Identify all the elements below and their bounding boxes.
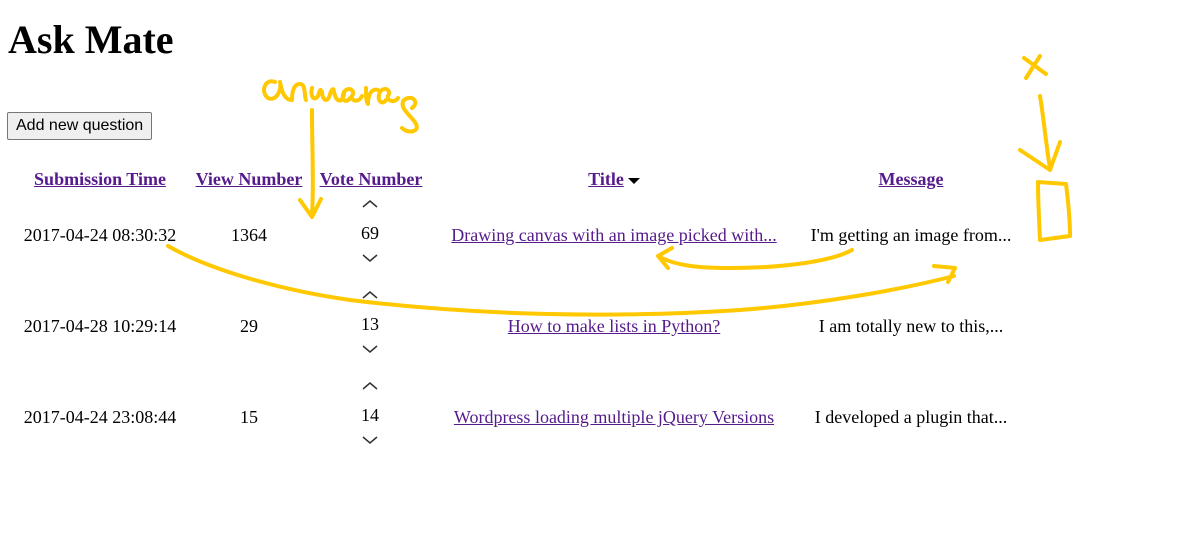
upvote-button[interactable] [360,197,380,211]
vote-number-cell: 13 [361,314,379,334]
arrow-down-vote [310,108,315,217]
sort-descending-icon [627,177,640,184]
handwritten-annotations [166,54,1072,317]
downvote-button[interactable] [360,433,380,447]
header-view-number[interactable]: View Number [190,168,308,190]
chevron-down-icon [362,436,378,444]
view-number-cell: 15 [240,407,258,427]
arrowhead-box [1018,140,1062,172]
downvote-button[interactable] [360,342,380,356]
question-title-link[interactable]: How to make lists in Python? [476,315,752,337]
header-message[interactable]: Message [870,168,952,190]
vote-number-cell: 14 [361,405,379,425]
chevron-up-icon [362,291,378,299]
chevron-down-icon [362,254,378,262]
header-title-label[interactable]: Title [588,169,624,189]
header-vote-number[interactable]: Vote Number [314,168,428,190]
arrow-down-box [1038,94,1052,170]
submission-time-cell: 2017-04-24 08:30:32 [23,225,177,245]
message-cell: I developed a plugin that... [814,407,1008,427]
submission-time-cell: 2017-04-24 23:08:44 [23,407,177,427]
message-cell: I'm getting an image from... [810,225,1012,245]
x-mark [1022,54,1048,80]
upvote-button[interactable] [360,379,380,393]
chevron-up-icon [362,200,378,208]
chevron-up-icon [362,382,378,390]
header-submission-time[interactable]: Submission Time [27,168,173,190]
curved-arrow-time-to-message [166,244,956,317]
header-title[interactable]: Title [584,168,644,190]
view-number-cell: 29 [240,316,258,336]
upvote-button[interactable] [360,288,380,302]
drawn-box [1036,180,1072,242]
question-title-link[interactable]: Wordpress loading multiple jQuery Versio… [432,406,796,428]
curved-arrow-message-to-title [660,248,854,270]
chevron-down-icon [362,345,378,353]
arrowhead-message [932,264,957,284]
message-cell: I am totally new to this,... [818,316,1004,336]
vote-number-cell: 69 [361,223,379,243]
arrowhead-vote [298,197,323,219]
question-title-link[interactable]: Drawing canvas with an image picked with… [432,224,796,246]
submission-time-cell: 2017-04-28 10:29:14 [23,316,177,336]
add-new-question-button[interactable]: Add new question [7,112,153,140]
page-title: Ask Mate [8,17,174,62]
arrowhead-title [656,246,674,270]
view-number-cell: 1364 [231,225,267,245]
answers-handwriting [262,79,419,134]
downvote-button[interactable] [360,251,380,265]
